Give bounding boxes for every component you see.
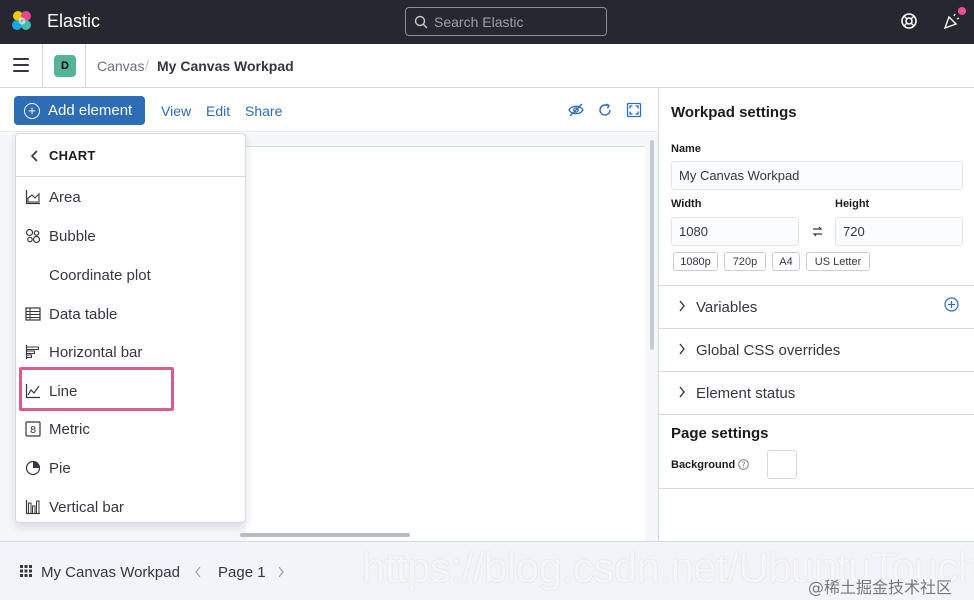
menu-item-horizontal-bar[interactable]: Horizontal bar	[16, 334, 245, 370]
space-avatar[interactable]: D	[54, 55, 76, 77]
pie-chart-icon	[25, 460, 41, 476]
vertical-scrollbar[interactable]	[650, 140, 654, 350]
global-css-label: Global CSS overrides	[696, 342, 841, 359]
canvas-page[interactable]	[246, 146, 645, 541]
add-element-label: Add element	[48, 102, 133, 119]
element-status-accordion[interactable]: Element status	[659, 372, 974, 414]
variables-label: Variables	[696, 299, 758, 316]
menu-item-coordinate-plot[interactable]: Coordinate plot	[16, 257, 245, 293]
chart-element-menu: CHART Area Bubble Coordinate plot Data t…	[15, 133, 246, 523]
height-label: Height	[835, 198, 870, 210]
menu-item-label: Line	[49, 383, 78, 400]
menu-item-bubble[interactable]: Bubble	[16, 218, 245, 254]
sidebar-panel: Workpad settings Name Width Height 1080p…	[658, 88, 974, 541]
background-label: Background	[671, 459, 736, 471]
vertical-bar-icon	[25, 500, 40, 515]
element-status-label: Element status	[696, 385, 796, 402]
preset-1080p-button[interactable]: 1080p	[673, 252, 718, 271]
menu-item-metric[interactable]: 8 Metric	[16, 411, 245, 447]
brand-name[interactable]: Elastic	[47, 11, 100, 32]
search-icon	[414, 15, 428, 28]
menu-header[interactable]: CHART	[16, 134, 245, 177]
global-css-accordion[interactable]: Global CSS overrides	[659, 329, 974, 371]
preset-a4-button[interactable]: A4	[772, 252, 800, 271]
preset-us-letter-button[interactable]: US Letter	[806, 252, 870, 271]
top-header: Elastic	[0, 0, 974, 44]
menu-item-label: Area	[49, 189, 81, 206]
add-variable-icon[interactable]	[944, 297, 959, 312]
watermark-credit: @稀土掘金技术社区	[808, 578, 953, 597]
help-icon[interactable]	[899, 11, 919, 31]
grid-icon[interactable]	[20, 565, 32, 577]
menu-item-label: Metric	[49, 421, 90, 438]
svg-text:8: 8	[30, 425, 36, 436]
add-element-button[interactable]: + Add element	[14, 96, 145, 125]
horizontal-scrollbar[interactable]	[240, 533, 410, 537]
line-chart-icon	[25, 384, 40, 399]
menu-item-label: Vertical bar	[49, 499, 125, 516]
hide-icon[interactable]	[568, 102, 584, 118]
menu-item-pie[interactable]: Pie	[16, 450, 245, 486]
divider	[659, 414, 974, 415]
width-label: Width	[671, 198, 702, 210]
metric-icon: 8	[25, 421, 41, 437]
refresh-icon[interactable]	[597, 102, 613, 118]
chevron-right-icon	[679, 386, 685, 398]
area-chart-icon	[25, 190, 40, 205]
width-field[interactable]	[671, 217, 799, 246]
notification-dot	[958, 7, 966, 15]
search-box[interactable]	[405, 7, 607, 36]
bubble-chart-icon	[25, 228, 41, 244]
next-page-icon[interactable]	[277, 566, 285, 578]
chevron-left-icon[interactable]	[30, 149, 40, 163]
workpad-toolbar: + Add element View Edit Share	[0, 88, 658, 132]
breadcrumb-canvas[interactable]: Canvas	[97, 58, 144, 74]
variables-accordion[interactable]: Variables	[659, 286, 974, 328]
svg-text:?: ?	[742, 460, 746, 469]
menu-item-vertical-bar[interactable]: Vertical bar	[16, 489, 245, 525]
height-field[interactable]	[835, 217, 963, 246]
divider	[659, 488, 974, 489]
menu-item-line[interactable]: Line	[16, 373, 245, 409]
chevron-right-icon	[679, 343, 685, 355]
previous-page-icon[interactable]	[194, 566, 202, 578]
name-label: Name	[671, 143, 701, 155]
fullscreen-icon[interactable]	[626, 102, 642, 118]
divider	[42, 44, 43, 88]
menu-item-label: Coordinate plot	[49, 267, 151, 284]
menu-item-data-table[interactable]: Data table	[16, 296, 245, 332]
edit-menu[interactable]: Edit	[206, 103, 230, 119]
menu-item-label: Horizontal bar	[49, 344, 143, 361]
menu-item-label: Pie	[49, 460, 71, 477]
swap-dimensions-icon[interactable]	[811, 225, 824, 238]
page-settings-title: Page settings	[671, 425, 769, 442]
menu-item-label: Data table	[49, 306, 118, 323]
background-color-swatch[interactable]	[767, 450, 797, 479]
horizontal-bar-icon	[25, 345, 39, 359]
breadcrumb-current: My Canvas Workpad	[157, 58, 294, 74]
workpad-settings-title: Workpad settings	[671, 104, 797, 121]
table-icon	[25, 307, 41, 321]
plus-circle-icon: +	[24, 102, 40, 119]
menu-item-label: Bubble	[49, 228, 96, 245]
menu-toggle-icon[interactable]	[13, 58, 29, 72]
menu-item-area[interactable]: Area	[16, 179, 245, 215]
chevron-right-icon	[679, 300, 685, 312]
menu-title: CHART	[49, 148, 96, 163]
elastic-logo-icon[interactable]	[11, 10, 33, 32]
view-menu[interactable]: View	[161, 103, 191, 119]
divider	[85, 44, 86, 88]
workpad-name-field[interactable]	[671, 161, 963, 190]
breadcrumb-bar: D Canvas / My Canvas Workpad	[0, 44, 974, 88]
question-circle-icon[interactable]: ?	[738, 459, 749, 470]
footer-workpad-name[interactable]: My Canvas Workpad	[41, 564, 180, 581]
share-menu[interactable]: Share	[245, 103, 282, 119]
breadcrumb-separator: /	[145, 57, 149, 73]
preset-720p-button[interactable]: 720p	[724, 252, 766, 271]
page-indicator[interactable]: Page 1	[218, 564, 266, 581]
search-input[interactable]	[434, 13, 594, 30]
